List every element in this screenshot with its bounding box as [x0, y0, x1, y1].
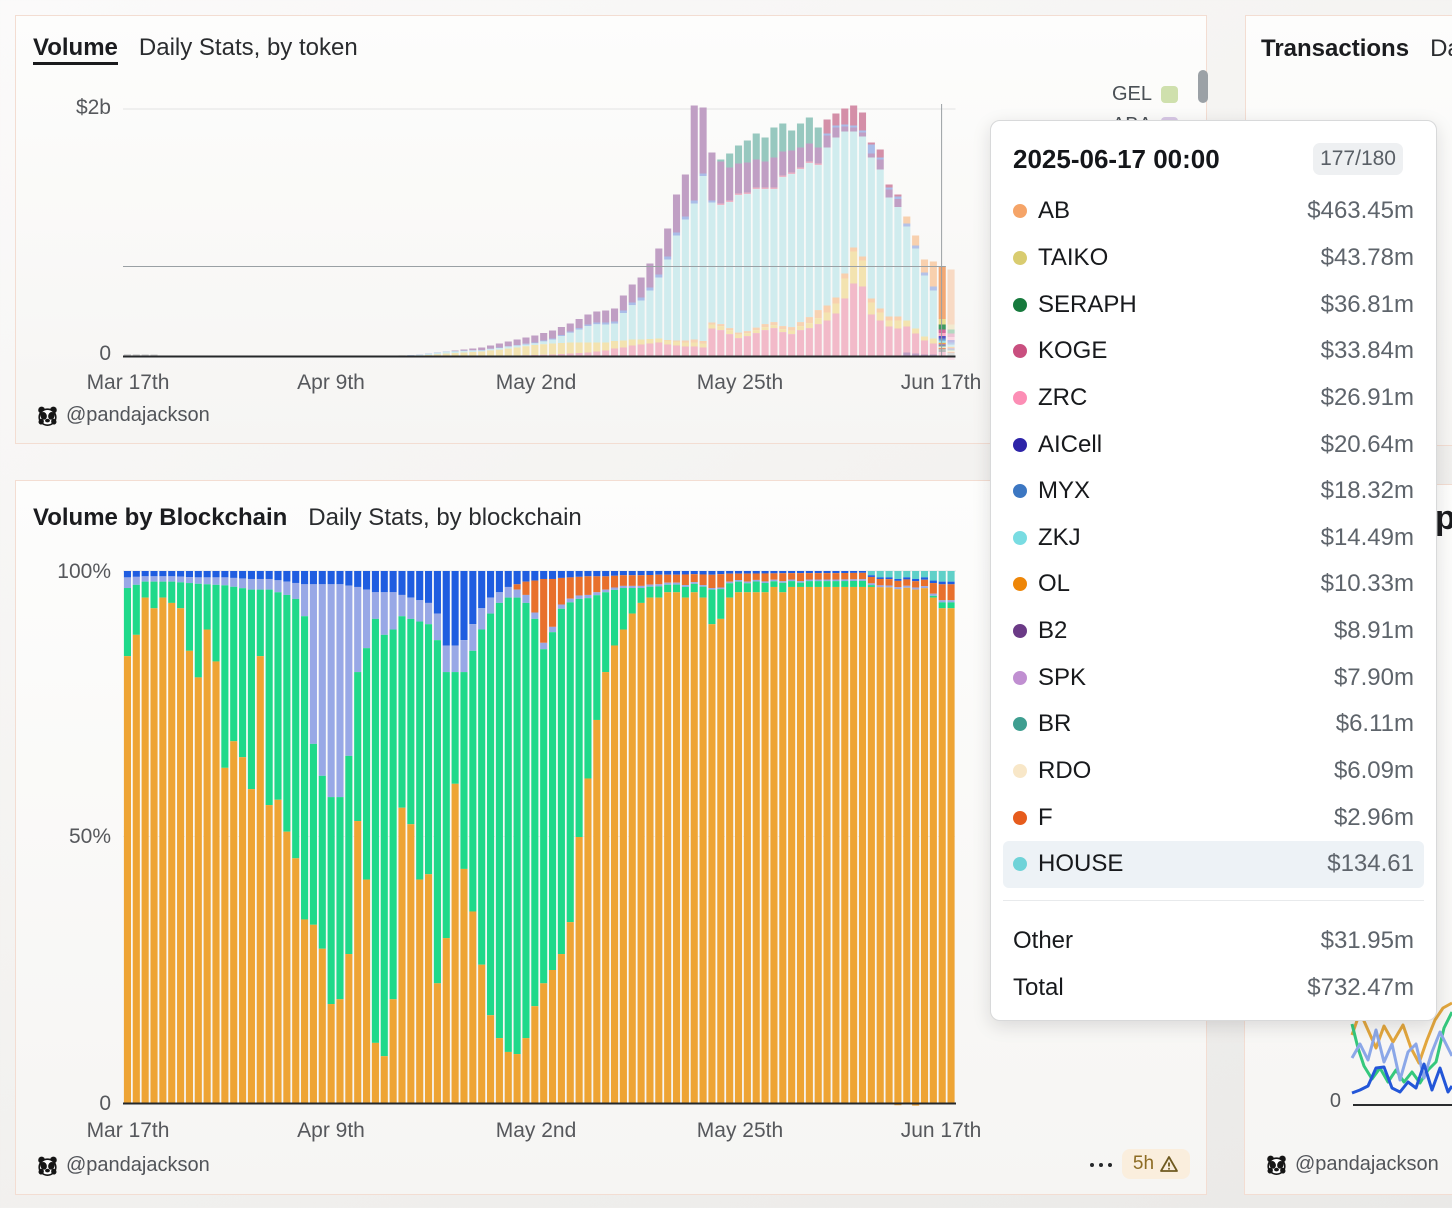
svg-text:Mar 17th: Mar 17th	[87, 371, 170, 394]
svg-text:100%: 100%	[57, 560, 111, 583]
svg-text:0: 0	[99, 342, 111, 365]
svg-text:0: 0	[99, 1092, 111, 1115]
svg-text:Jun 17th: Jun 17th	[901, 371, 982, 394]
svg-text:$2b: $2b	[76, 96, 111, 119]
svg-text:50%: 50%	[69, 825, 111, 848]
svg-text:Jun 17th: Jun 17th	[901, 1119, 982, 1142]
svg-text:Mar 17th: Mar 17th	[87, 1119, 170, 1142]
svg-text:May 2nd: May 2nd	[496, 1119, 577, 1142]
svg-text:Apr 9th: Apr 9th	[297, 371, 365, 394]
svg-text:May 25th: May 25th	[697, 1119, 783, 1142]
svg-text:Apr 9th: Apr 9th	[297, 1119, 365, 1142]
svg-text:May 2nd: May 2nd	[496, 371, 577, 394]
svg-text:0: 0	[1330, 1090, 1341, 1112]
svg-text:May 25th: May 25th	[697, 371, 783, 394]
